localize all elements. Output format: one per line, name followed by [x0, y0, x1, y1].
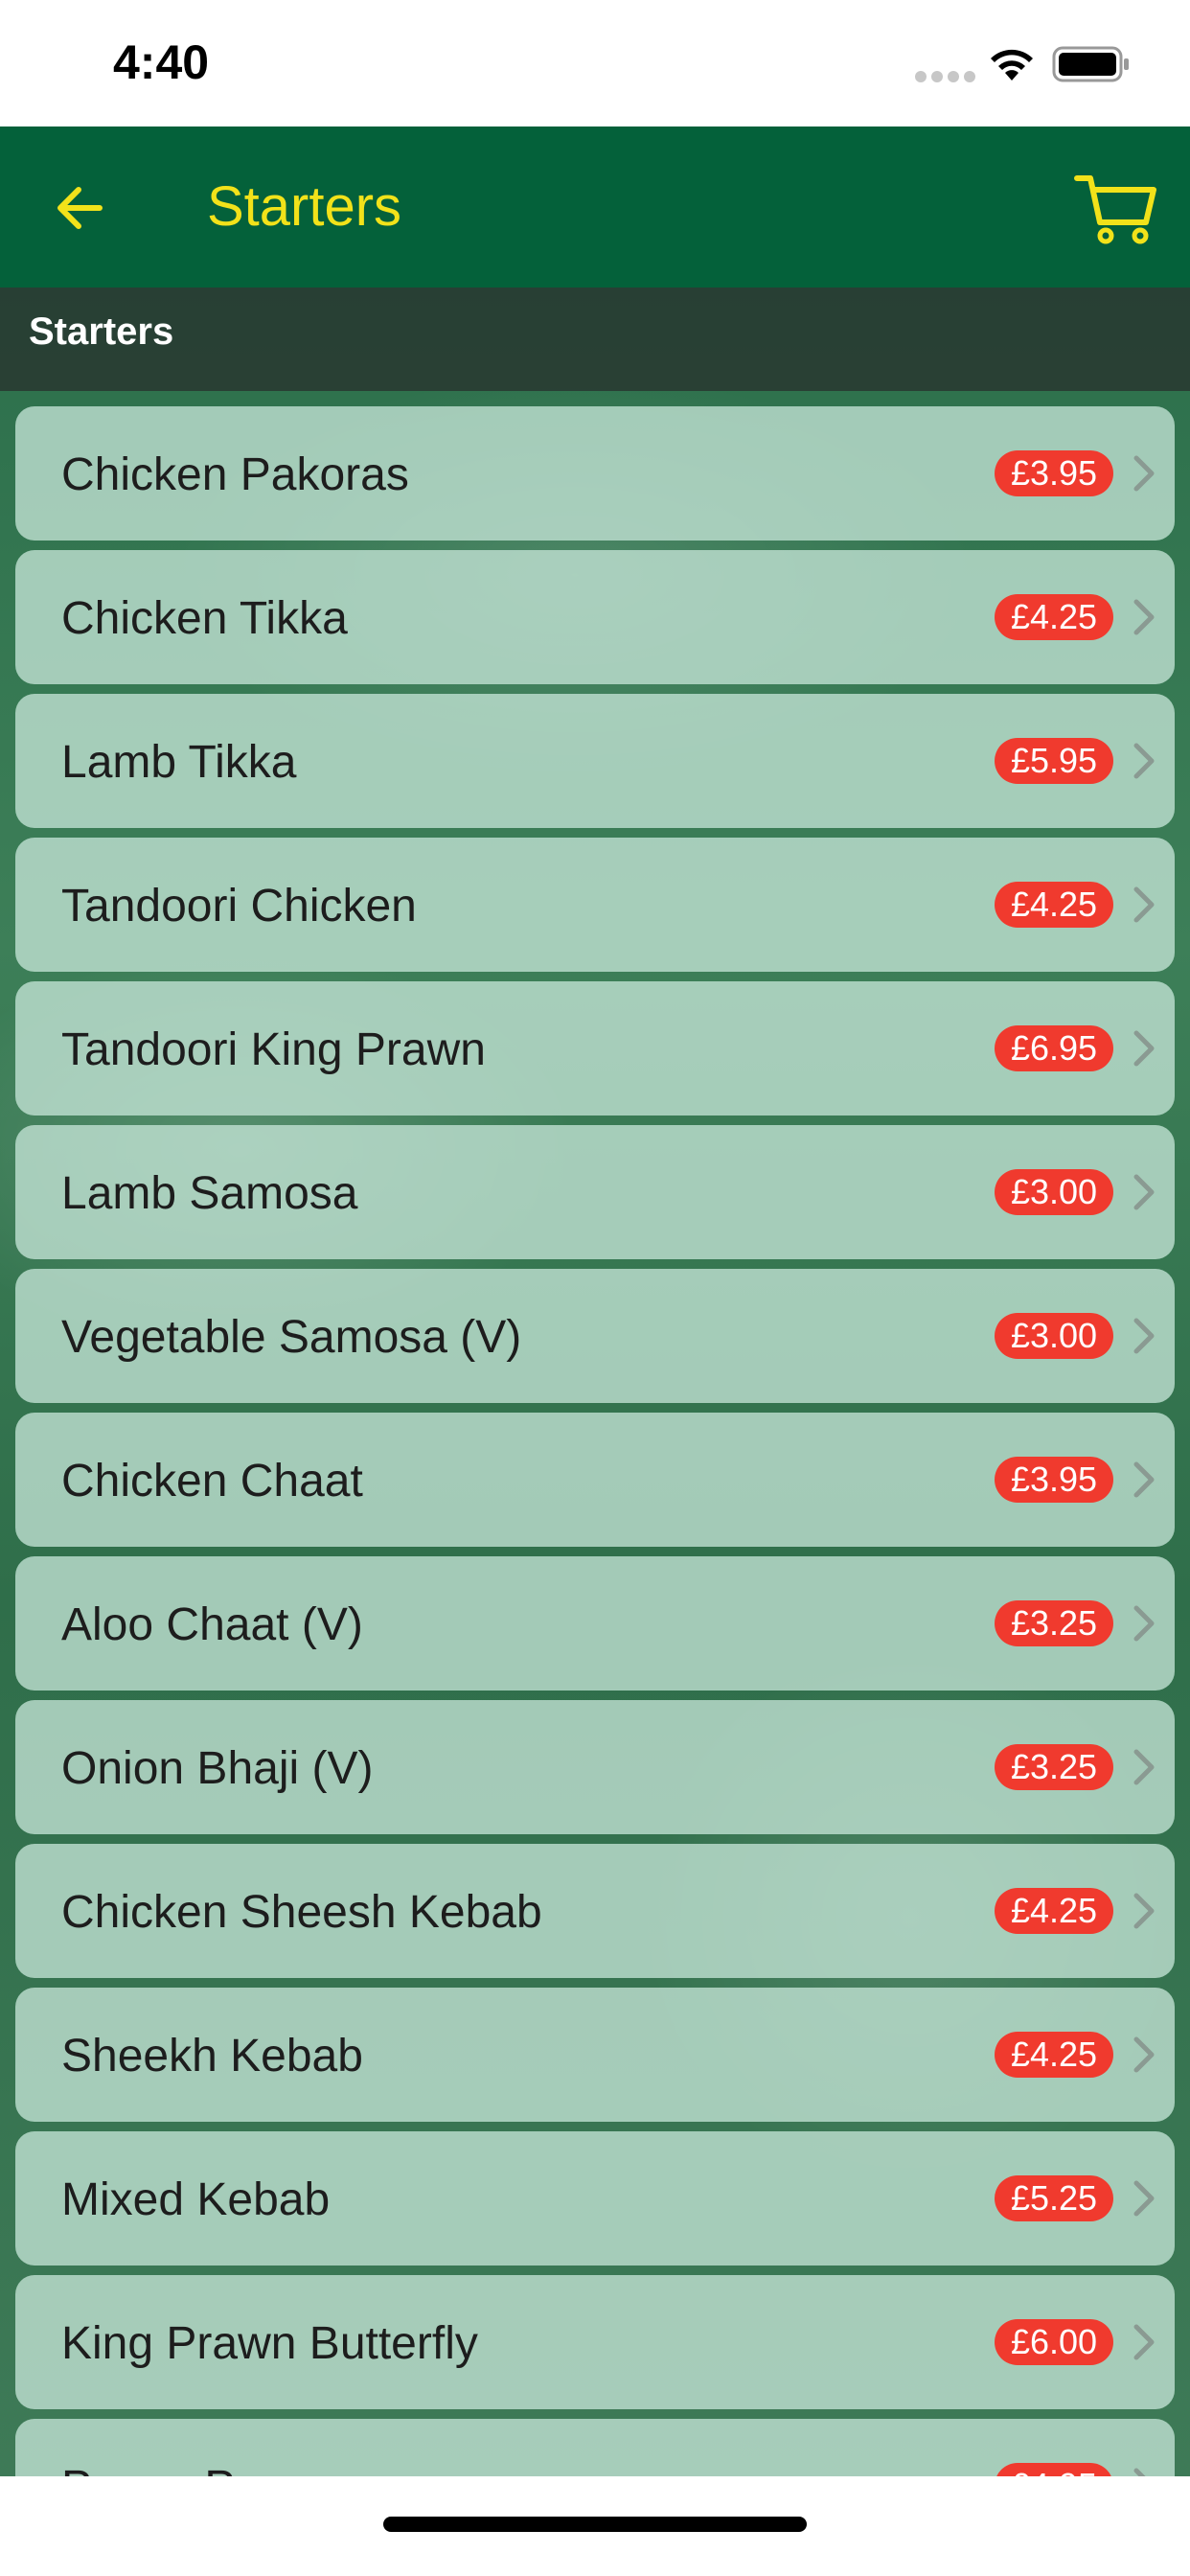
menu-item[interactable]: Tandoori Chicken £4.25 [15, 838, 1175, 972]
chevron-right-icon [1133, 1749, 1155, 1785]
chevron-right-icon [1133, 1030, 1155, 1067]
item-name: Chicken Tikka [61, 593, 348, 644]
price-badge: £3.95 [995, 1457, 1113, 1503]
item-name: Lamb Tikka [61, 737, 297, 788]
menu-item[interactable]: Lamb Samosa £3.00 [15, 1125, 1175, 1259]
item-name: Lamb Samosa [61, 1168, 358, 1219]
menu-item[interactable]: Chicken Tikka £4.25 [15, 550, 1175, 684]
chevron-right-icon [1133, 1174, 1155, 1210]
chevron-right-icon [1133, 599, 1155, 635]
item-name: Vegetable Samosa (V) [61, 1312, 522, 1363]
price-badge: £4.25 [995, 2032, 1113, 2078]
chevron-right-icon [1133, 743, 1155, 779]
menu-item[interactable]: Mixed Kebab £5.25 [15, 2131, 1175, 2266]
battery-icon [1052, 46, 1129, 82]
chevron-right-icon [1133, 455, 1155, 492]
section-header: Starters [0, 288, 1190, 391]
menu-item[interactable]: Prawn Puree £4.95 [15, 2419, 1175, 2476]
menu-item[interactable]: Chicken Sheesh Kebab £4.25 [15, 1844, 1175, 1978]
menu-item[interactable]: Chicken Chaat £3.95 [15, 1413, 1175, 1547]
chevron-right-icon [1133, 1461, 1155, 1498]
price-badge: £6.00 [995, 2319, 1113, 2365]
chevron-right-icon [1133, 2324, 1155, 2360]
menu-item[interactable]: Sheekh Kebab £4.25 [15, 1988, 1175, 2122]
chevron-right-icon [1133, 2468, 1146, 2476]
price-badge: £6.95 [995, 1025, 1113, 1071]
chevron-right-icon [1133, 886, 1155, 923]
item-name: Tandoori Chicken [61, 881, 417, 932]
menu-item[interactable]: Aloo Chaat (V) £3.25 [15, 1556, 1175, 1690]
cellular-signal-icon [915, 71, 975, 82]
menu-list: Chicken Pakoras £3.95 Chicken Tikka £4.2… [15, 406, 1175, 2476]
menu-item[interactable]: King Prawn Butterfly £6.00 [15, 2275, 1175, 2409]
price-badge: £5.25 [995, 2175, 1113, 2221]
menu-item[interactable]: Chicken Pakoras £3.95 [15, 406, 1175, 540]
price-badge: £3.25 [995, 1744, 1113, 1790]
price-badge: £4.25 [995, 1888, 1113, 1934]
item-name: Onion Bhaji (V) [61, 1743, 374, 1794]
item-name: Chicken Pakoras [61, 449, 409, 500]
item-name: King Prawn Butterfly [61, 2318, 478, 2369]
menu-item[interactable]: Tandoori King Prawn £6.95 [15, 981, 1175, 1116]
menu-item[interactable]: Vegetable Samosa (V) £3.00 [15, 1269, 1175, 1403]
chevron-right-icon [1133, 1318, 1155, 1354]
menu-content[interactable]: Starters Chicken Pakoras £3.95 Chicken T… [0, 288, 1190, 2476]
item-name: Chicken Sheesh Kebab [61, 1887, 542, 1938]
menu-item[interactable]: Onion Bhaji (V) £3.25 [15, 1700, 1175, 1834]
price-badge: £4.95 [995, 2463, 1113, 2476]
navigation-bar: Starters [0, 126, 1190, 288]
back-arrow-icon[interactable] [48, 174, 115, 242]
price-badge: £3.95 [995, 450, 1113, 496]
menu-item[interactable]: Lamb Tikka £5.95 [15, 694, 1175, 828]
item-name: Sheekh Kebab [61, 2031, 363, 2082]
item-name: Aloo Chaat (V) [61, 1599, 363, 1650]
price-badge: £5.95 [995, 738, 1113, 784]
item-name: Prawn Puree [61, 2461, 327, 2476]
chevron-right-icon [1133, 1605, 1155, 1642]
home-indicator[interactable] [383, 2517, 807, 2532]
item-name: Tandoori King Prawn [61, 1024, 486, 1075]
chevron-right-icon [1133, 1893, 1155, 1929]
status-time: 4:40 [113, 35, 210, 89]
section-header-label: Starters [29, 310, 174, 353]
chevron-right-icon [1133, 2036, 1155, 2073]
price-badge: £3.00 [995, 1169, 1113, 1215]
chevron-right-icon [1133, 2180, 1155, 2217]
page-title: Starters [207, 175, 402, 238]
home-indicator-area [0, 2476, 1190, 2576]
price-badge: £4.25 [995, 594, 1113, 640]
price-badge: £3.00 [995, 1313, 1113, 1359]
item-name: Chicken Chaat [61, 1456, 363, 1506]
cart-icon[interactable] [1071, 165, 1157, 251]
item-name: Mixed Kebab [61, 2174, 331, 2225]
price-badge: £4.25 [995, 882, 1113, 928]
status-bar: 4:40 [0, 0, 1190, 126]
wifi-icon [991, 49, 1033, 80]
price-badge: £3.25 [995, 1600, 1113, 1646]
